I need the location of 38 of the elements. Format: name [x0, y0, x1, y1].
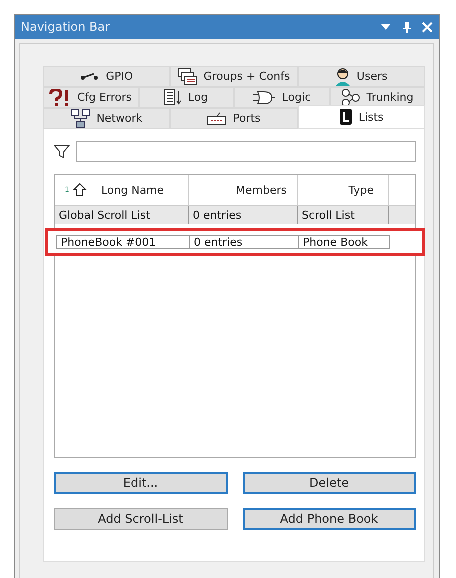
filter-icon: [54, 144, 70, 160]
window-title: Navigation Bar: [21, 20, 110, 34]
switch-icon: [80, 72, 100, 82]
document-arrow-icon: [164, 88, 182, 106]
column-header[interactable]: Type: [298, 175, 389, 205]
tab[interactable]: Groups + Confs: [170, 66, 298, 87]
table-cell: PhoneBook #001: [56, 235, 190, 249]
stacked-windows-icon: [178, 68, 198, 86]
table-cell: Phone Book: [299, 235, 390, 249]
port-icon: [207, 112, 228, 126]
action-button[interactable]: Edit...: [54, 472, 228, 494]
action-button[interactable]: Delete: [242, 472, 416, 494]
filter-field[interactable]: [76, 141, 416, 162]
tab[interactable]: Cfg Errors: [43, 87, 138, 108]
pin-icon[interactable]: [402, 21, 412, 33]
tab[interactable]: Users: [298, 66, 425, 87]
column-header[interactable]: Members: [189, 175, 298, 205]
tab[interactable]: GPIO: [43, 66, 170, 87]
user-icon: [334, 68, 351, 86]
action-button[interactable]: Add Phone Book: [242, 508, 416, 530]
tab[interactable]: Logic: [234, 87, 330, 108]
tab[interactable]: Log: [138, 87, 234, 108]
action-button[interactable]: Add Scroll-List: [54, 508, 228, 530]
sort-arrow-icon: [73, 183, 88, 197]
table-cell: Scroll List: [298, 206, 389, 224]
table-row[interactable]: Global Scroll List 0 entries Scroll List: [55, 206, 415, 224]
close-icon[interactable]: [422, 22, 433, 32]
tab[interactable]: Lists: [298, 105, 425, 129]
letter-l-icon: [338, 108, 353, 126]
connected-nodes-icon: [340, 88, 361, 106]
tab[interactable]: Network: [43, 108, 170, 129]
dropdown-icon[interactable]: [380, 22, 392, 32]
table-cell: 0 entries: [190, 235, 299, 249]
table-row[interactable]: PhoneBook #001 0 entries Phone Book: [45, 228, 425, 256]
tab[interactable]: Ports: [170, 108, 298, 129]
table-cell: 0 entries: [189, 206, 298, 224]
logic-gate-icon: [252, 90, 276, 106]
table-cell: Global Scroll List: [55, 206, 189, 224]
